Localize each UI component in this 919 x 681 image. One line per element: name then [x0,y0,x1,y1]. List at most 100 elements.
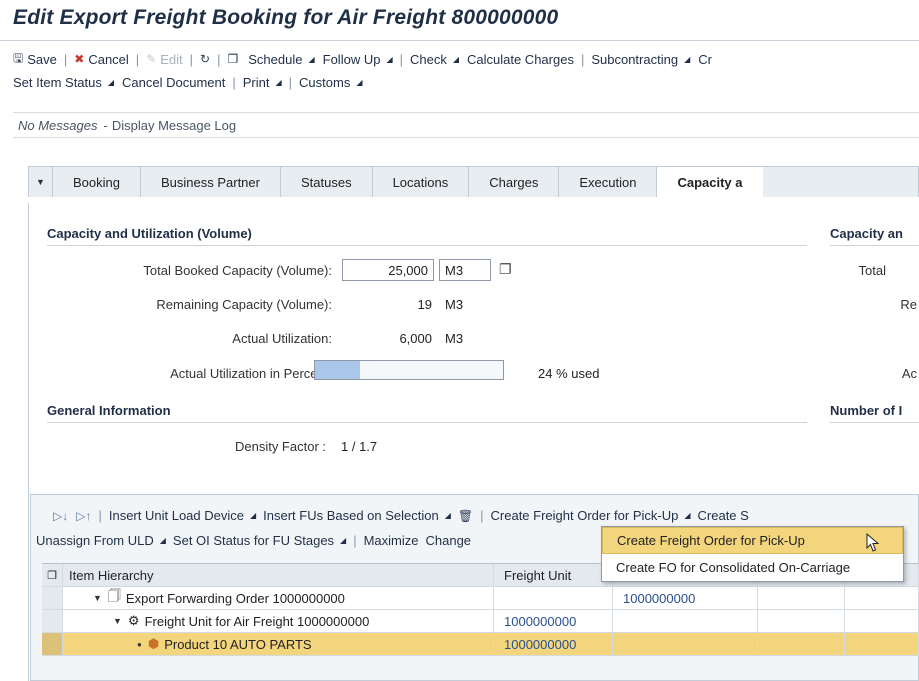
message-dash: - [103,117,108,133]
right-column-label: Ac [901,366,917,381]
sort-ascending-button[interactable]: ▷↓ [53,509,68,523]
table-toolbar-row-2: Unassign From ULD ◢ Set OI Status for FU … [36,530,471,551]
check-label: Check [409,51,447,67]
row-selector[interactable] [42,610,63,632]
unassign-from-uld-menu[interactable]: Unassign From ULD ◢ [36,533,166,548]
display-message-log-link[interactable]: Display Message Log [112,118,236,133]
expand-arrow-icon[interactable]: ▼ [93,593,102,603]
toolbar-separator: | [399,51,403,67]
check-menu[interactable]: Check ◢ [410,52,459,67]
print-label: Print [242,74,270,90]
calculate-charges-button[interactable]: Calculate Charges [467,52,574,67]
utilization-progress-fill [315,361,361,379]
follow-up-menu[interactable]: Follow Up ◢ [323,52,393,67]
cr-label: Cr [698,51,712,67]
message-bar: No Messages - Display Message Log [13,112,919,138]
dropdown-arrow-icon: ◢ [107,77,115,87]
tab-statuses[interactable]: Statuses [281,167,373,197]
set-oi-status-menu[interactable]: Set OI Status for FU Stages ◢ [173,533,346,548]
section-divider [830,422,919,423]
column-3-cell [613,633,758,655]
insert-fus-menu[interactable]: Insert FUs Based on Selection ◢ [263,508,451,523]
delete-button[interactable]: 🗑 [458,509,473,523]
freight-unit-cell[interactable]: 1000000000 [494,610,613,632]
toolbar-separator: | [189,51,194,67]
create-s-label: Create S [697,508,749,523]
column-3-cell[interactable] [613,610,758,632]
tab-charges[interactable]: Charges [469,167,560,197]
toolbar-separator: | [232,74,236,90]
dropdown-arrow-icon: ◢ [684,54,691,64]
utilization-percent-text: 24 % used [538,366,600,381]
row-selector[interactable] [42,633,63,655]
table-row-selected[interactable]: ● ⬢ Product 10 AUTO PARTS 1000000000 [42,633,919,656]
schedule-menu[interactable]: Schedule ◢ [248,52,314,67]
print-menu[interactable]: Print ◢ [243,75,282,90]
sort-descending-button[interactable]: ▷↑ [76,509,91,523]
create-s-button-truncated[interactable]: Create S [698,508,749,523]
edit-button[interactable]: ✎ Edit [146,52,182,67]
menu-item-create-fo-consolidated[interactable]: Create FO for Consolidated On-Carriage [602,554,903,581]
tab-business-partner[interactable]: Business Partner [141,167,281,197]
table-row[interactable]: ▼ 🗍 Export Forwarding Order 1000000000 1… [42,587,919,610]
subcontracting-menu[interactable]: Subcontracting ◢ [591,52,690,67]
density-factor-label: Density Factor : [234,439,326,454]
remaining-capacity-value: 19 [417,297,432,312]
change-button[interactable]: Change [426,533,472,548]
copy-button[interactable]: ❐ [228,52,239,66]
column-3-cell[interactable]: 1000000000 [613,587,758,609]
edit-icon: ✎ [146,52,157,66]
dropdown-arrow-icon: ◢ [444,511,451,520]
calculate-charges-label: Calculate Charges [467,51,574,67]
general-information-title: General Information [47,403,171,418]
expand-arrow-icon[interactable]: ▼ [113,616,122,626]
cancel-icon: ✖ [74,52,85,66]
column-header-item-hierarchy[interactable]: Item Hierarchy [63,564,494,586]
tab-list-menu-icon[interactable]: ▼ [29,167,53,197]
leaf-bullet-icon: ● [137,639,142,649]
total-booked-capacity-label: Total Booked Capacity (Volume): [143,263,332,278]
dropdown-arrow-icon: ◢ [340,536,347,545]
tab-execution[interactable]: Execution [559,167,658,197]
freight-unit-cell[interactable]: 1000000000 [494,633,613,655]
cancel-button[interactable]: ✖ Cancel [74,52,129,67]
tab-strip: ▼ Booking Business Partner Statuses Loca… [28,166,919,197]
toolbar-separator: | [135,51,140,67]
toolbar-separator: | [217,51,221,67]
create-freight-order-pickup-menu[interactable]: Create Freight Order for Pick-Up ◢ [491,508,691,523]
table-row[interactable]: ▼ ⚙ Freight Unit for Air Freight 1000000… [42,610,919,633]
freight-unit-cell[interactable] [494,587,613,609]
row-selector[interactable] [42,587,63,609]
tab-booking[interactable]: Booking [53,167,141,197]
set-item-status-menu[interactable]: Set Item Status ◢ [13,75,114,90]
value-help-icon[interactable]: ❐ [499,261,512,278]
total-booked-capacity-unit-field[interactable]: M3 [439,259,491,281]
table-toolbar-row-1: ▷↓ ▷↑ | Insert Unit Load Device ◢ Insert … [53,505,749,526]
column-header-freight-unit[interactable]: Freight Unit [494,564,613,586]
main-toolbar-row-2: Set Item Status ◢ Cancel Document | Print… [13,72,362,92]
title-divider [0,40,919,41]
column-5-cell [845,633,919,655]
insert-unit-load-device-menu[interactable]: Insert Unit Load Device ◢ [109,508,256,523]
sort-ascending-icon: ▷↓ [53,508,69,523]
section-divider [47,245,807,246]
refresh-button[interactable]: ↻ [200,52,210,66]
schedule-label: Schedule [248,51,303,67]
cr-button-truncated[interactable]: Cr [698,52,712,67]
tab-locations[interactable]: Locations [373,167,470,197]
customs-menu[interactable]: Customs ◢ [299,75,362,90]
column-settings-icon[interactable]: ❐ [42,564,63,586]
cancel-document-button[interactable]: Cancel Document [122,75,225,90]
dropdown-arrow-icon: ◢ [275,77,282,87]
tab-capacity[interactable]: Capacity a [657,167,763,197]
remaining-capacity-label: Remaining Capacity (Volume): [156,297,332,312]
remaining-capacity-unit: M3 [445,297,464,312]
save-button[interactable]: 🖫 Save [13,49,57,70]
maximize-button[interactable]: Maximize [364,533,419,548]
toolbar-separator: | [480,508,484,523]
follow-up-label: Follow Up [322,51,381,67]
capacity-section-title: Capacity and Utilization (Volume) [47,226,252,241]
menu-item-create-fo-pickup[interactable]: Create Freight Order for Pick-Up [602,527,903,554]
page-title: Edit Export Freight Booking for Air Frei… [13,6,559,29]
total-booked-capacity-field[interactable]: 25,000 [342,259,434,281]
